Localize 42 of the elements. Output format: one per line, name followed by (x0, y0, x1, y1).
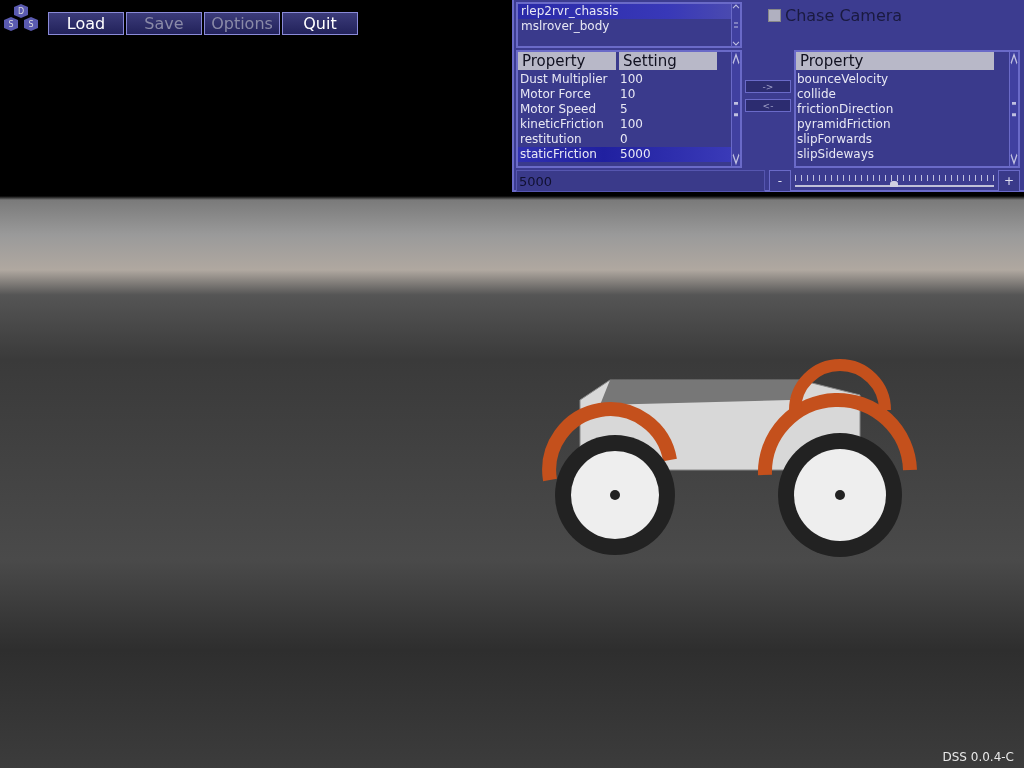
property-name: Dust Multiplier (519, 72, 609, 87)
column-header[interactable]: Setting (619, 52, 717, 70)
column-header[interactable]: Property (518, 52, 616, 70)
property-row[interactable]: kineticFriction 100 (518, 117, 731, 132)
property-row[interactable]: restitution 0 (518, 132, 731, 147)
property-setting: 0 (619, 132, 629, 147)
scrollbar-icon[interactable] (1010, 52, 1018, 166)
slider-thumb[interactable] (890, 181, 899, 187)
body-list-item[interactable]: mslrover_body (518, 19, 731, 34)
property-setting: 10 (619, 87, 637, 102)
property-name: Motor Force (519, 87, 592, 102)
property-name: kineticFriction (519, 117, 605, 132)
available-property-item[interactable]: collide (796, 87, 1009, 102)
scrollbar-icon[interactable] (732, 52, 740, 166)
increment-button[interactable]: + (998, 170, 1020, 192)
available-property-item[interactable]: frictionDirection (796, 102, 1009, 117)
property-name: Motor Speed (519, 102, 598, 117)
chase-camera-label: Chase Camera (785, 6, 903, 25)
available-property-item[interactable]: bounceVelocity (796, 72, 1009, 87)
property-setting: 100 (619, 72, 644, 87)
decrement-button[interactable]: - (769, 170, 791, 192)
available-property-item[interactable]: slipForwards (796, 132, 1009, 147)
toolbar-button[interactable]: Quit (282, 12, 358, 35)
property-setting: 5000 (619, 147, 652, 162)
column-header[interactable]: Property (796, 52, 994, 70)
property-setting: 5 (619, 102, 629, 117)
move-button[interactable]: <- (745, 99, 791, 112)
property-row[interactable]: Motor Force 10 (518, 87, 731, 102)
version-label: DSS 0.0.4-C (942, 750, 1014, 764)
chase-camera-checkbox[interactable] (768, 9, 781, 22)
available-property-item[interactable]: pyramidFriction (796, 117, 1009, 132)
property-row[interactable]: Motor Speed 5 (518, 102, 731, 117)
property-row[interactable]: staticFriction 5000 (518, 147, 731, 162)
property-row[interactable]: Dust Multiplier 100 (518, 72, 731, 87)
available-property-item[interactable]: slipSideways (796, 147, 1009, 162)
property-name: staticFriction (519, 147, 598, 162)
property-name: restitution (519, 132, 583, 147)
property-setting: 100 (619, 117, 644, 132)
toolbar-button[interactable]: Load (48, 12, 124, 35)
move-button[interactable]: -> (745, 80, 791, 93)
scrollbar-icon[interactable] (732, 4, 740, 46)
body-list-item[interactable]: rlep2rvr_chassis (518, 4, 731, 19)
